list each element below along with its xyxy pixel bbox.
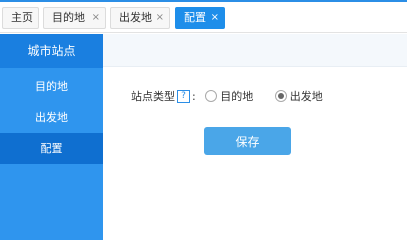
tab-bar: 主页 目的地 × 出发地 × 配置 ×: [0, 2, 407, 33]
tab-departure[interactable]: 出发地 ×: [110, 7, 170, 29]
tab-home[interactable]: 主页: [2, 7, 39, 29]
sidebar-item-destination[interactable]: 目的地: [0, 71, 103, 102]
label-colon: :: [192, 90, 196, 103]
save-button[interactable]: 保存: [204, 127, 291, 155]
site-type-label: 站点类型: [131, 90, 175, 103]
radio-label: 出发地: [289, 90, 323, 103]
radio-button[interactable]: [205, 90, 218, 102]
close-icon[interactable]: ×: [211, 8, 219, 28]
radio-option-destination[interactable]: 目的地: [205, 89, 253, 105]
radio-label: 目的地: [220, 90, 254, 103]
sidebar-item-config[interactable]: 配置: [0, 133, 103, 164]
help-icon[interactable]: ?: [177, 89, 190, 103]
tab-destination[interactable]: 目的地 ×: [43, 7, 106, 29]
radio-option-departure[interactable]: 出发地: [274, 89, 323, 105]
close-icon[interactable]: ×: [156, 8, 164, 28]
site-type-row: 站点类型?: 目的地 出发地: [131, 89, 323, 105]
sidebar-item-departure[interactable]: 出发地: [0, 102, 103, 133]
close-icon[interactable]: ×: [92, 8, 100, 28]
radio-button-checked[interactable]: [274, 90, 287, 102]
tab-label: 主页: [11, 11, 33, 24]
sidebar-header: 城市站点: [0, 34, 103, 68]
tab-config[interactable]: 配置 ×: [175, 7, 225, 29]
tab-label: 出发地: [119, 11, 152, 24]
content-header-bar: [103, 34, 407, 67]
tab-label: 目的地: [52, 11, 85, 24]
tab-label: 配置: [184, 11, 206, 24]
sidebar: 城市站点 目的地 出发地 配置: [0, 34, 103, 240]
site-type-radio-group: 目的地 出发地: [205, 89, 323, 105]
